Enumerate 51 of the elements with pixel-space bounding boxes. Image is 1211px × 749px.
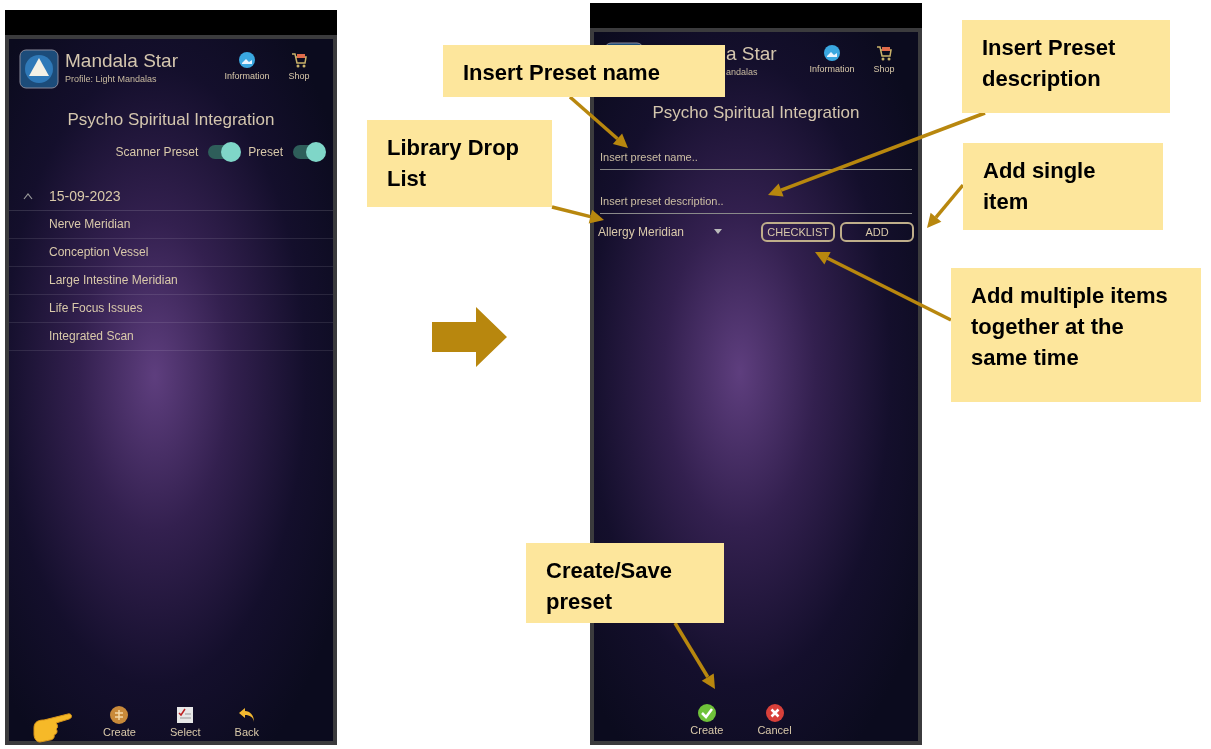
group-header[interactable]: 15-09-2023 bbox=[9, 182, 333, 211]
caret-icon bbox=[23, 192, 33, 200]
input-field[interactable]: Insert preset name.. bbox=[600, 145, 912, 170]
globe-icon bbox=[238, 51, 256, 69]
action-button[interactable]: Cancel bbox=[757, 703, 792, 737]
app-title: a Star bbox=[726, 42, 777, 66]
callout-text: Insert Preset name bbox=[443, 45, 725, 97]
list-item[interactable]: Conception Vessel bbox=[9, 238, 333, 267]
page-title: Psycho Spiritual Integration bbox=[66, 109, 276, 131]
list-item[interactable]: Nerve Meridian bbox=[9, 210, 333, 239]
input-field[interactable]: Insert preset description.. bbox=[600, 189, 912, 214]
list-item[interactable]: Life Focus Issues bbox=[9, 294, 333, 323]
list-item[interactable]: Integrated Scan bbox=[9, 322, 333, 351]
callout-text: Library Drop List bbox=[367, 120, 552, 207]
checklist-icon bbox=[175, 705, 196, 725]
nav-button[interactable]: Back bbox=[234, 705, 260, 739]
globe-icon bbox=[823, 44, 841, 62]
nav-button[interactable]: Create bbox=[102, 705, 136, 739]
callout-text: Create/Save preset bbox=[526, 543, 724, 623]
pointer-arrow bbox=[568, 95, 628, 148]
action-button[interactable]: Create bbox=[690, 703, 724, 737]
plus-icon bbox=[109, 705, 130, 725]
close-icon bbox=[764, 703, 785, 723]
toggle-label: Preset bbox=[248, 143, 283, 161]
header-action-button[interactable]: Information bbox=[224, 51, 270, 81]
callout-text: Add single item bbox=[963, 143, 1163, 230]
list-item[interactable]: Large Intestine Meridian bbox=[9, 266, 333, 295]
action-button[interactable]: ADD bbox=[840, 221, 914, 242]
toggle-label: Scanner Preset bbox=[115, 143, 199, 161]
nav-button[interactable]: Select bbox=[170, 705, 201, 739]
callout-text: Insert Preset description bbox=[962, 20, 1170, 113]
toggle-switch[interactable] bbox=[293, 144, 323, 159]
app-logo-icon bbox=[19, 49, 59, 89]
header-action-button[interactable]: Shop bbox=[276, 51, 322, 81]
cart-icon bbox=[290, 51, 308, 69]
dropdown[interactable]: Allergy Meridian bbox=[598, 222, 723, 241]
callout-text: Add multiple items together at the same time bbox=[951, 268, 1201, 402]
header-action-button[interactable]: Information bbox=[809, 44, 855, 74]
cart-icon bbox=[875, 44, 893, 62]
toggle-switch[interactable] bbox=[208, 144, 239, 159]
page-title: Psycho Spiritual Integration bbox=[651, 102, 861, 124]
check-icon bbox=[696, 703, 717, 723]
profile-label: Profile: Light Mandalas bbox=[65, 73, 158, 86]
pointing-hand-icon bbox=[30, 710, 74, 746]
header-action-button[interactable]: Shop bbox=[861, 44, 907, 74]
caret-icon bbox=[714, 229, 723, 234]
app-title: Mandala Star bbox=[65, 49, 178, 73]
pointer-arrow bbox=[673, 622, 715, 689]
pointer-arrow bbox=[551, 205, 604, 224]
profile-label: andalas bbox=[726, 66, 759, 79]
action-button[interactable]: CHECKLIST bbox=[761, 221, 835, 242]
